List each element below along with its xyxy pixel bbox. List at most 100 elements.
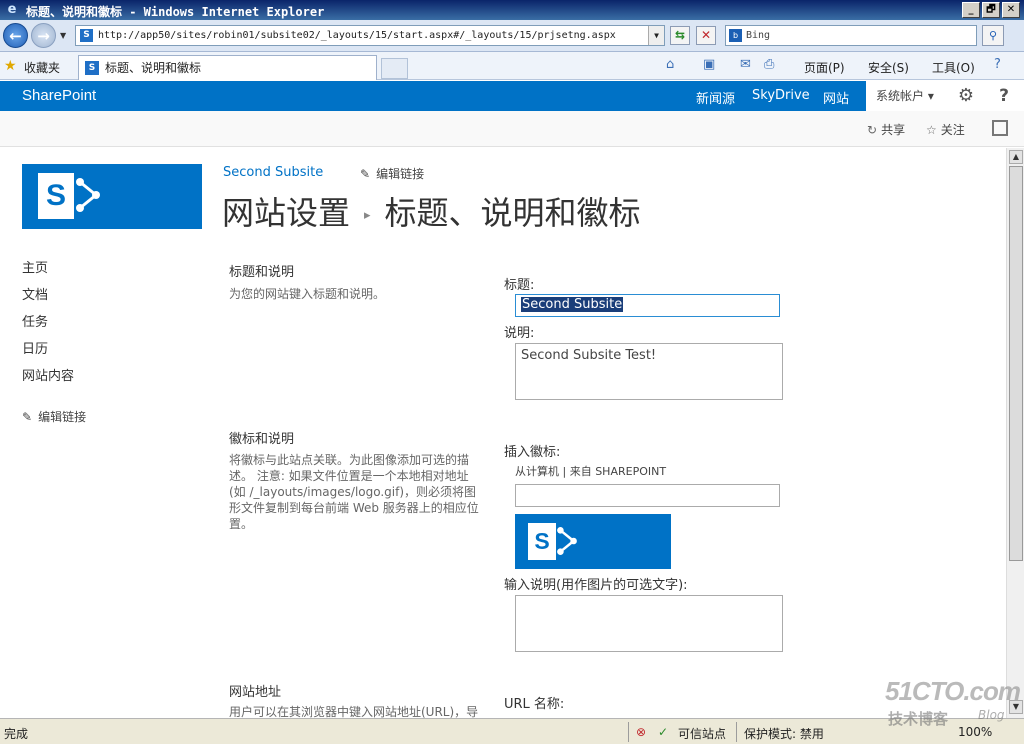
edit-links-left-button[interactable]: ✎ 编辑链接: [22, 408, 86, 425]
feeds-icon[interactable]: ▣: [703, 57, 715, 72]
suite-link-skydrive[interactable]: SkyDrive: [752, 88, 810, 103]
restore-button[interactable]: 🗗: [982, 2, 1000, 18]
favorites-button[interactable]: 收藏夹: [24, 59, 60, 76]
share-button[interactable]: ↻ 共享: [867, 121, 905, 138]
url-name-label: URL 名称:: [504, 697, 565, 712]
forward-button[interactable]: →: [31, 23, 56, 48]
alt-text-textarea[interactable]: [515, 595, 783, 652]
back-button[interactable]: ←: [3, 23, 28, 48]
nav-item-documents[interactable]: 文档: [22, 287, 74, 314]
page-menu[interactable]: 页面(P): [804, 59, 845, 76]
insert-logo-label: 插入徽标:: [504, 445, 561, 460]
settings-gear-icon[interactable]: ⚙: [948, 81, 984, 111]
user-name: 系统帐户: [876, 89, 925, 103]
logo-url-input[interactable]: [515, 484, 780, 507]
title-label: 标题:: [504, 278, 535, 293]
safety-menu[interactable]: 安全(S): [868, 59, 909, 76]
status-text: 完成: [4, 727, 29, 741]
bing-icon: b: [729, 29, 742, 42]
sharepoint-suite-bar: SharePoint 新闻源 SkyDrive 网站 系统帐户 ▾ ⚙ ?: [0, 81, 1024, 111]
description-textarea[interactable]: Second Subsite Test!: [515, 343, 783, 400]
sharepoint-logo-icon: S: [38, 173, 74, 219]
protected-mode[interactable]: 保护模式: 禁用: [744, 725, 824, 742]
sharepoint-logo-preview-icon: S: [528, 523, 556, 560]
description-label: 说明:: [504, 326, 535, 341]
section-url-text: 用户可以在其浏览器中键入网站地址(URL)，导: [229, 705, 479, 718]
ie-logo-icon: e: [7, 2, 17, 17]
compat-refresh-icon[interactable]: ⇆: [670, 26, 690, 45]
close-window-button[interactable]: ✕: [1002, 2, 1020, 18]
watermark-line2: 技术博客: [888, 710, 949, 728]
tab-title: 标题、说明和徽标: [105, 61, 202, 75]
edit-links-top-button[interactable]: ✎ 编辑链接: [360, 165, 424, 182]
share-label: 共享: [881, 123, 906, 137]
tab-current[interactable]: S 标题、说明和徽标: [78, 55, 377, 80]
status-bar: 完成 ⊗ ✓ 可信站点 保护模式: 禁用 100%: [0, 718, 1024, 744]
page-content: S Second Subsite ✎ 编辑链接 网站设置 ▸ 标题、说明和徽标 主页 …: [0, 148, 1006, 718]
zoom-level[interactable]: 100%: [958, 725, 992, 739]
address-input[interactable]: S http://app50/sites/robin01/subsite02/_…: [75, 25, 665, 46]
focus-on-content-icon[interactable]: [992, 120, 1008, 136]
status-divider: [628, 722, 629, 742]
suite-link-sites[interactable]: 网站: [823, 88, 849, 107]
watermark-site: 51CTO.com: [885, 676, 1021, 706]
help-question-icon[interactable]: ?: [984, 81, 1024, 111]
nav-item-home[interactable]: 主页: [22, 260, 74, 287]
logo-source-links[interactable]: 从计算机 | 来自 SHAREPOINT: [515, 463, 666, 479]
scrollbar-thumb[interactable]: [1009, 166, 1023, 561]
user-menu[interactable]: 系统帐户 ▾: [866, 81, 948, 111]
follow-button[interactable]: ☆ 关注: [926, 121, 965, 138]
pencil-icon: ✎: [360, 167, 371, 181]
quick-launch: 主页 文档 任务 日历 网站内容: [22, 260, 74, 395]
site-name-link[interactable]: Second Subsite: [223, 165, 323, 180]
tab-favicon-icon: S: [85, 61, 99, 75]
section-logo-heading: 徽标和说明: [229, 432, 295, 447]
watermark-line3: Blog: [978, 708, 1005, 722]
ribbon-actions: ↻ 共享 ☆ 关注: [0, 111, 1024, 147]
edit-links-label: 编辑链接: [376, 167, 425, 181]
vertical-scrollbar[interactable]: ▲ ▼: [1006, 148, 1024, 718]
security-zone[interactable]: 可信站点: [678, 725, 726, 742]
home-icon[interactable]: ⌂: [666, 57, 674, 72]
address-url: http://app50/sites/robin01/subsite02/_la…: [98, 30, 616, 41]
history-dropdown-icon[interactable]: ▼: [60, 31, 66, 40]
favorites-star-icon[interactable]: ★: [4, 58, 17, 74]
alt-text-label: 输入说明(用作图片的可选文字):: [504, 578, 688, 593]
sharepoint-brand[interactable]: SharePoint: [22, 87, 96, 104]
section-url-heading: 网站地址: [229, 685, 282, 700]
logo-preview: S: [515, 514, 671, 569]
favorites-bar: ★ 收藏夹 S 标题、说明和徽标 ⌂ ▣ ✉ ⎙ 页面(P) 安全(S) 工具(…: [0, 52, 1024, 80]
follow-label: 关注: [940, 123, 965, 137]
section-logo-text: 将徽标与此站点关联。为此图像添加可选的描述。 注意: 如果文件位置是一个本地相对…: [229, 453, 479, 531]
tools-menu[interactable]: 工具(O): [932, 59, 975, 76]
search-input[interactable]: b Bing: [725, 25, 977, 46]
sharepoint-logo-preview-network-icon: [557, 527, 577, 555]
share-icon: ↻: [867, 123, 878, 137]
nav-item-calendar[interactable]: 日历: [22, 341, 74, 368]
site-logo[interactable]: S: [22, 164, 202, 229]
status-divider: [736, 722, 737, 742]
breadcrumb-arrow-icon: ▸: [364, 207, 371, 223]
nav-item-tasks[interactable]: 任务: [22, 314, 74, 341]
mail-icon[interactable]: ✉: [740, 57, 751, 72]
section-title-description-heading: 标题和说明: [229, 265, 295, 280]
breadcrumb-root-link[interactable]: 网站设置: [222, 194, 350, 232]
star-outline-icon: ☆: [926, 123, 937, 137]
minimize-button[interactable]: _: [962, 2, 980, 18]
sharepoint-logo-network-icon: [76, 178, 100, 212]
window-titlebar: e 标题、说明和徽标 - Windows Internet Explorer _…: [0, 0, 1024, 20]
edit-links-left-label: 编辑链接: [38, 410, 87, 424]
page-title: 网站设置 ▸ 标题、说明和徽标: [222, 188, 641, 234]
scroll-up-icon[interactable]: ▲: [1009, 150, 1023, 164]
nav-item-site-contents[interactable]: 网站内容: [22, 368, 74, 395]
popup-blocked-icon[interactable]: ⊗: [636, 725, 646, 739]
suite-link-newsfeed[interactable]: 新闻源: [696, 88, 735, 107]
stop-icon[interactable]: ✕: [696, 26, 716, 45]
help-icon[interactable]: ?: [994, 57, 1001, 72]
new-tab-button[interactable]: [381, 58, 408, 79]
print-icon[interactable]: ⎙: [764, 57, 774, 72]
pencil-icon: ✎: [22, 410, 33, 424]
address-dropdown-icon[interactable]: ▼: [648, 26, 664, 45]
title-input[interactable]: Second Subsite: [515, 294, 780, 317]
search-icon[interactable]: ⚲: [982, 25, 1004, 46]
